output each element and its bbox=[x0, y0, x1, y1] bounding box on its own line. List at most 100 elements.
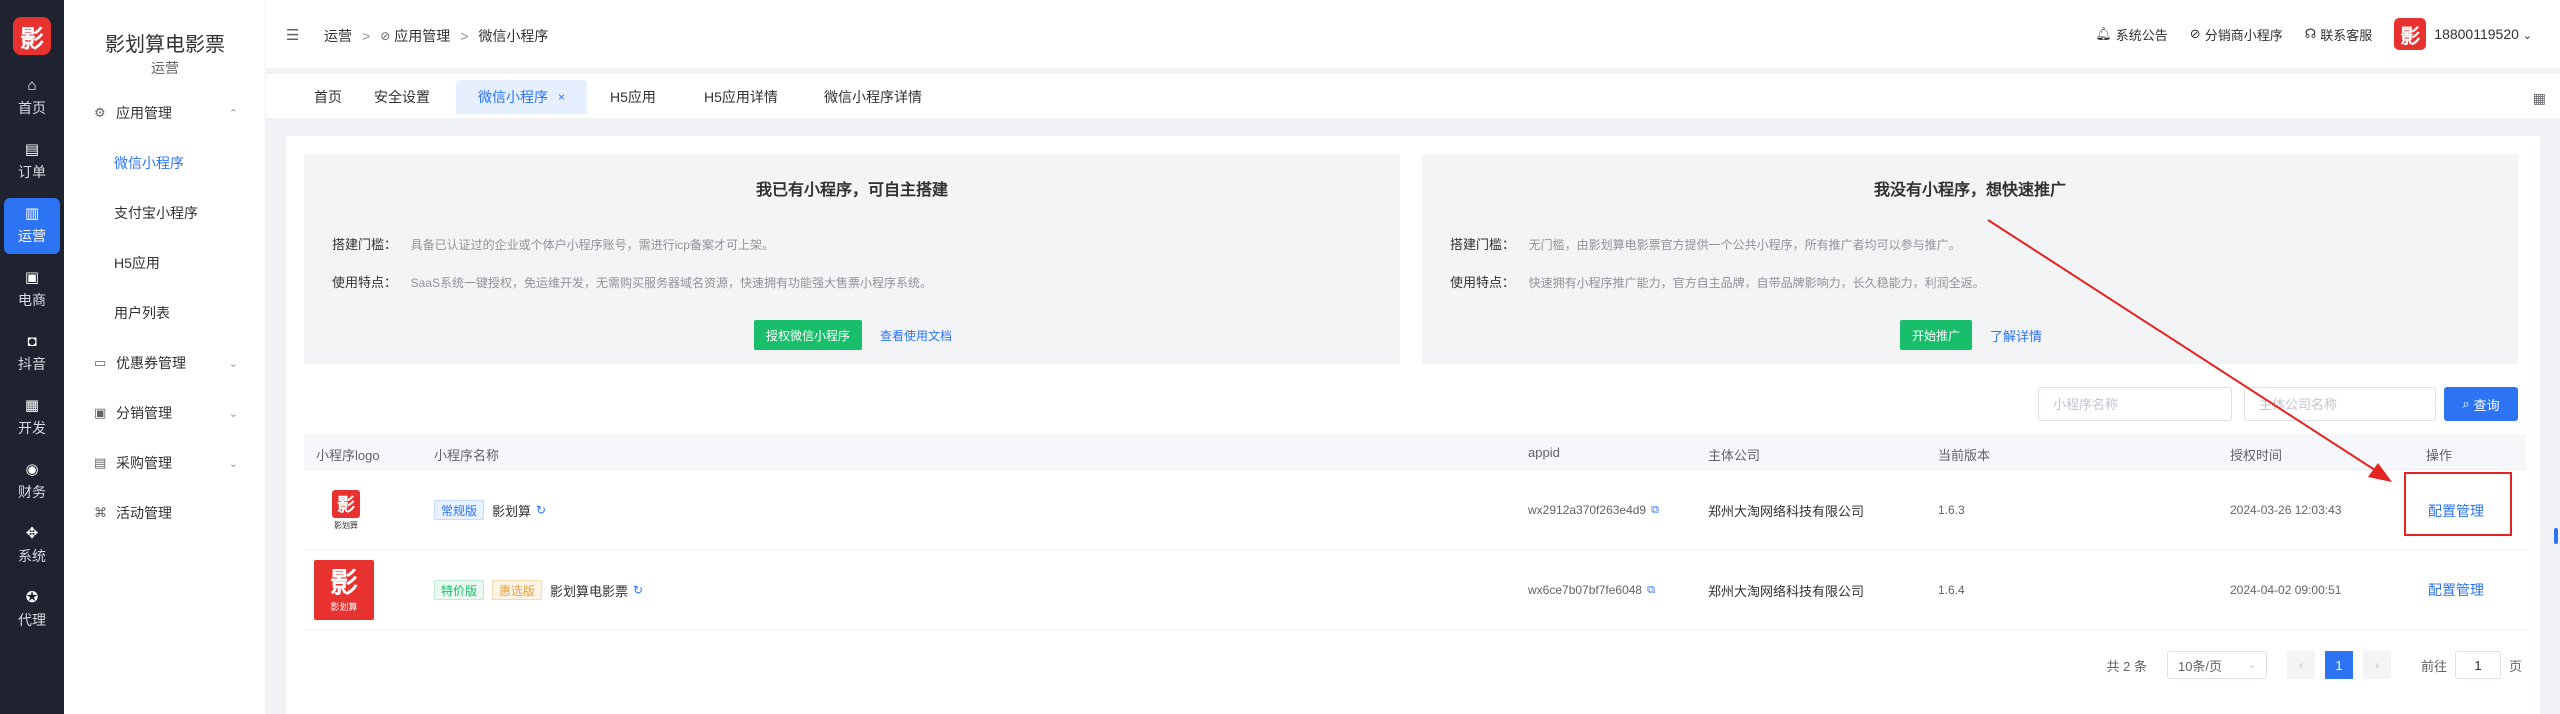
rail-item-order[interactable]: ▤ 订单 bbox=[0, 134, 64, 190]
close-icon[interactable]: × bbox=[558, 90, 565, 104]
rail-item-system[interactable]: ✥ 系统 bbox=[0, 518, 64, 574]
app-logo: 影 bbox=[13, 17, 51, 55]
chevron-down-icon: ⌄ bbox=[228, 357, 238, 370]
start-promote-button[interactable]: 开始推广 bbox=[1900, 320, 1973, 350]
chart-icon: ▥ bbox=[24, 205, 40, 222]
scrollbar-thumb[interactable] bbox=[2554, 528, 2558, 544]
column-header: appid bbox=[1528, 445, 1560, 460]
user-menu[interactable]: 18800119520 ⌄ bbox=[2434, 26, 2532, 42]
menu-app-manage[interactable]: ⚙ 应用管理 ⌃ bbox=[64, 98, 266, 128]
apps-grid-icon[interactable]: ▦ bbox=[2533, 90, 2546, 107]
agent-icon: ✪ bbox=[25, 589, 39, 606]
menu-wechat-mini[interactable]: 微信小程序 bbox=[114, 148, 184, 178]
auth-time-cell: 2024-04-02 09:00:51 bbox=[2230, 583, 2342, 597]
page-number[interactable]: 1 bbox=[2324, 651, 2353, 679]
page-size-select[interactable]: 10条/页 ⌄ bbox=[2166, 651, 2267, 679]
chevron-down-icon: ⌄ bbox=[228, 457, 238, 470]
rail-item-operation[interactable]: ▥ 运营 bbox=[4, 198, 60, 254]
menu-purchase[interactable]: ▤ 采购管理 ⌄ bbox=[64, 448, 266, 478]
table-header: 小程序logo 小程序名称 appid 主体公司 当前版本 授权时间 操作 bbox=[304, 434, 2526, 470]
dist-mini-link[interactable]: ⊘ 分销商小程序 bbox=[2190, 25, 2283, 44]
menu-label: 活动管理 bbox=[116, 505, 172, 521]
mini-name-input[interactable] bbox=[2038, 387, 2232, 421]
version-cell: 1.6.3 bbox=[1938, 503, 1965, 517]
top-header: ☰ 运营 > ⊘ 应用管理 > 微信小程序 🔔︎ 系统公告 ⊘ 分销商小程序 ☊… bbox=[266, 0, 2560, 68]
breadcrumb: 运营 > ⊘ 应用管理 > 微信小程序 bbox=[324, 26, 548, 46]
highlight-box bbox=[2404, 472, 2512, 536]
breadcrumb-item: 微信小程序 bbox=[478, 28, 549, 44]
column-header: 当前版本 bbox=[1938, 448, 1991, 463]
rail-item-develop[interactable]: ▦ 开发 bbox=[0, 390, 64, 446]
rail-label: 电商 bbox=[18, 292, 46, 308]
rail-label: 首页 bbox=[18, 100, 46, 116]
version-tag: 常规版 bbox=[434, 500, 485, 520]
rail-item-douyin[interactable]: ◘ 抖音 bbox=[0, 326, 64, 382]
tab-h5-app[interactable]: H5应用 bbox=[588, 80, 678, 114]
purchase-icon: ▤ bbox=[94, 455, 107, 470]
avatar[interactable]: 影 bbox=[2394, 18, 2427, 50]
coupon-icon: ▭ bbox=[94, 355, 107, 370]
menu-h5-app[interactable]: H5应用 bbox=[114, 248, 160, 278]
rail-item-home[interactable]: ⌂ 首页 bbox=[0, 70, 64, 126]
brand-name: 影划算电影票 bbox=[105, 34, 225, 56]
menu-activity[interactable]: ⌘ 活动管理 bbox=[64, 498, 266, 528]
tab-wechat-detail[interactable]: 微信小程序详情 bbox=[802, 80, 944, 114]
tab-h5-detail[interactable]: H5应用详情 bbox=[682, 80, 800, 114]
copy-icon[interactable]: ⧉ bbox=[1651, 504, 1659, 517]
authorize-wechat-button[interactable]: 授权微信小程序 bbox=[754, 320, 863, 350]
gear-icon: ⚙ bbox=[94, 105, 106, 120]
user-phone: 18800119520 bbox=[2434, 26, 2519, 42]
notice-link[interactable]: 🔔︎ 系统公告 bbox=[2095, 25, 2168, 44]
table-row: 影 影划算 常规版 影划算 ↻ wx2912a370f263e4d9 ⧉ 郑州大… bbox=[304, 470, 2526, 550]
company-cell: 郑州大淘网络科技有限公司 bbox=[1708, 503, 1865, 519]
rail-label: 抖音 bbox=[18, 356, 46, 372]
refresh-icon[interactable]: ↻ bbox=[536, 503, 546, 517]
notice-label: 系统公告 bbox=[2115, 27, 2168, 43]
feature-label: 使用特点： bbox=[332, 275, 398, 290]
rail-item-agent[interactable]: ✪ 代理 bbox=[0, 582, 64, 638]
version-tag: 特价版 bbox=[434, 580, 485, 600]
support-link[interactable]: ☊ 联系客服 bbox=[2305, 25, 2373, 44]
breadcrumb-item[interactable]: 运营 bbox=[324, 26, 352, 46]
goto-page-input[interactable] bbox=[2454, 651, 2501, 679]
breadcrumb-separator: > bbox=[460, 28, 469, 44]
rail-item-finance[interactable]: ◉ 财务 bbox=[0, 454, 64, 510]
menu-label: 分销管理 bbox=[116, 405, 172, 421]
next-page-button[interactable]: › bbox=[2362, 651, 2391, 679]
card-title: 我已有小程序，可自主搭建 bbox=[755, 182, 948, 199]
feature-label: 使用特点： bbox=[1450, 275, 1516, 290]
view-docs-link[interactable]: 查看使用文档 bbox=[880, 320, 952, 350]
chevron-down-icon: ⌄ bbox=[228, 407, 238, 420]
rail-label: 系统 bbox=[18, 548, 46, 564]
card-features: 使用特点： 快速拥有小程序推广能力，官方自主品牌，自带品牌影响力，长久稳能力，利… bbox=[1450, 272, 1985, 291]
brand-subtitle: 运营 bbox=[151, 60, 179, 76]
breadcrumb-item[interactable]: 应用管理 bbox=[394, 26, 450, 46]
rail-item-ecommerce[interactable]: ▣ 电商 bbox=[0, 262, 64, 318]
learn-more-link[interactable]: 了解详情 bbox=[1990, 320, 2042, 350]
menu-alipay-mini[interactable]: 支付宝小程序 bbox=[114, 198, 198, 228]
copy-icon[interactable]: ⧉ bbox=[1647, 584, 1655, 597]
config-manage-link[interactable]: 配置管理 bbox=[2428, 580, 2484, 600]
menu-collapse-icon[interactable]: ☰ bbox=[286, 26, 299, 44]
logo-text: 影划算 bbox=[334, 520, 358, 530]
menu-user-list[interactable]: 用户列表 bbox=[114, 298, 170, 328]
card-features: 使用特点： SaaS系统一键授权，免运维开发，无需购买服务器域名资源，快速拥有功… bbox=[332, 272, 932, 291]
refresh-icon[interactable]: ↻ bbox=[633, 583, 643, 597]
tab-security[interactable]: 安全设置 bbox=[352, 80, 452, 114]
menu-coupon[interactable]: ▭ 优惠券管理 ⌄ bbox=[64, 348, 266, 378]
money-icon: ◉ bbox=[25, 461, 39, 478]
company-name-input[interactable] bbox=[2244, 387, 2436, 421]
search-button[interactable]: ⌕ 查询 bbox=[2444, 387, 2518, 421]
threshold-text: 无门槛，由影划算电影票官方提供一个公共小程序，所有推广者均可以参与推广。 bbox=[1528, 238, 1961, 252]
menu-distribution[interactable]: ▣ 分销管理 ⌄ bbox=[64, 398, 266, 428]
header-actions: 🔔︎ 系统公告 ⊘ 分销商小程序 ☊ 联系客服 影 18800119520 ⌄ bbox=[2095, 0, 2560, 68]
goto-label: 前往 bbox=[2420, 658, 2447, 674]
headset-icon: ☊ bbox=[2304, 26, 2317, 41]
pagination: 共 2 条 10条/页 ⌄ ‹ 1 › 前往 页 bbox=[2107, 650, 2522, 680]
column-header: 小程序名称 bbox=[434, 448, 500, 463]
tab-wechat-mini[interactable]: 微信小程序 × bbox=[456, 80, 588, 114]
home-icon: ⌂ bbox=[27, 77, 37, 94]
prev-page-button[interactable]: ‹ bbox=[2286, 651, 2315, 679]
feature-text: SaaS系统一键授权，免运维开发，无需购买服务器域名资源，快速拥有功能强大售票小… bbox=[410, 276, 932, 290]
breadcrumb-separator: > bbox=[362, 28, 371, 44]
